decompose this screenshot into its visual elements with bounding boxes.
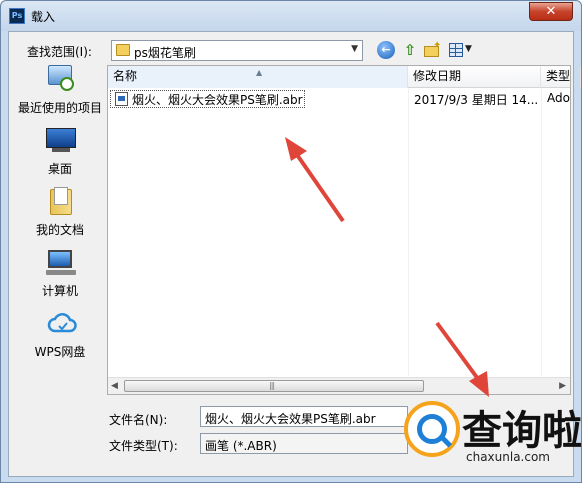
chevron-down-icon: ▼ [465,44,472,54]
place-label: WPS网盘 [34,345,86,359]
scroll-right-icon[interactable]: ▶ [559,381,566,391]
place-label: 桌面 [47,162,72,176]
horizontal-scrollbar[interactable]: ◀ ||| ▶ [108,377,570,394]
watermark-text: 查询啦 [462,408,582,454]
grip-icon: ||| [269,381,275,390]
column-name-label: 名称 [113,69,138,83]
filename-value: 烟火、烟火大会效果PS笔刷.abr [205,412,376,426]
chevron-down-icon[interactable]: ▼ [351,44,358,54]
annotation-arrow-top [285,137,345,223]
places-bar: 最近使用的项目 桌面 我的文档 计算机 WPS网盘 [14,65,106,405]
column-divider [541,88,542,376]
lookin-dropdown[interactable]: ps烟花笔刷 ▼ [111,40,363,61]
up-folder-icon[interactable]: ⇧ [401,41,419,59]
folder-icon [116,44,130,56]
place-wps-cloud[interactable]: WPS网盘 [14,309,106,367]
column-header-row: ▲ 名称 修改日期 类型 [108,66,581,88]
new-folder-icon[interactable]: ✦ [423,40,442,59]
close-button[interactable]: ✕ [529,2,573,21]
file-row[interactable]: 烟火、烟火大会效果PS笔刷.abr 2017/9/3 星期日 14... Ado [110,90,570,108]
place-recent-items[interactable]: 最近使用的项目 [14,65,106,123]
place-label: 最近使用的项目 [17,101,102,115]
monitor-shape [46,128,76,148]
place-desktop[interactable]: 桌面 [14,126,106,184]
file-type: Ado [547,91,570,105]
file-date: 2017/9/3 星期日 14... [414,93,539,107]
grid-view-icon [449,43,463,57]
sparkle-icon: ✦ [433,40,442,51]
watermark-url: chaxunla.com [466,450,550,464]
column-header-type[interactable]: 类型 [541,66,581,88]
desktop-icon [44,126,78,156]
recent-items-icon [44,65,78,95]
paper-shape [54,187,68,205]
filetype-dropdown[interactable]: 画笔 (*.ABR) [200,433,408,454]
photoshop-app-icon: Ps [9,8,25,24]
scroll-left-icon[interactable]: ◀ [111,381,118,391]
filetype-value: 画笔 (*.ABR) [205,439,277,453]
lookin-label: 查找范围(I): [27,45,92,59]
monitor-stand-shape [52,148,70,152]
filename-label: 文件名(N): [109,413,168,427]
filetype-label: 文件类型(T): [109,439,178,453]
column-header-date[interactable]: 修改日期 [408,66,541,88]
lookin-value: ps烟花笔刷 [134,46,196,60]
annotation-arrow-bottom [435,321,489,397]
magnifier-logo-icon [404,401,460,457]
back-icon[interactable]: ← [377,41,395,59]
title-bar[interactable]: Ps 载入 ✕ [1,1,581,31]
monitor-shape [48,250,72,268]
place-label: 计算机 [41,284,78,298]
scrollbar-thumb[interactable]: ||| [124,380,424,392]
column-header-name[interactable]: ▲ 名称 [108,66,408,88]
wps-cloud-icon [44,309,78,339]
column-divider [408,88,409,376]
computer-icon [44,248,78,278]
place-my-documents[interactable]: 我的文档 [14,187,106,245]
place-label: 我的文档 [35,223,84,237]
file-name: 烟火、烟火大会效果PS笔刷.abr [132,93,303,107]
sort-ascending-icon: ▲ [256,68,263,77]
filename-input[interactable]: 烟火、烟火大会效果PS笔刷.abr [200,406,408,427]
window-title: 载入 [31,10,56,24]
clock-shape [60,77,74,91]
keyboard-shape [46,270,76,275]
chaxunla-watermark: 查询啦 chaxunla.com [404,398,582,478]
place-computer[interactable]: 计算机 [14,248,106,306]
documents-icon [44,187,78,217]
view-menu-icon[interactable]: ▼ [449,41,473,59]
abr-file-icon [115,92,128,106]
